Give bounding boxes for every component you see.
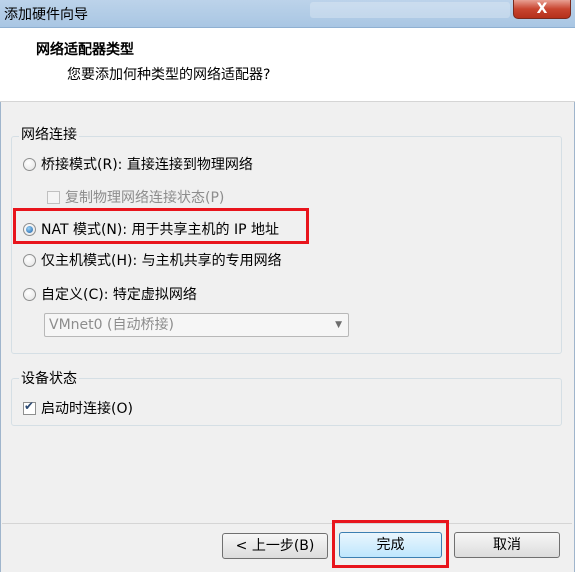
title-bar: 添加硬件向导 X: [0, 0, 575, 28]
wizard-content: 网络连接 桥接模式(R): 直接连接到物理网络 复制物理网络连接状态(P) NA…: [0, 102, 575, 572]
host-only-label: 仅主机模式(H): 与主机共享的专用网络: [41, 253, 282, 269]
host-only-radio[interactable]: 仅主机模式(H): 与主机共享的专用网络: [23, 250, 282, 270]
cancel-button[interactable]: 取消: [454, 532, 560, 558]
back-button-label: < 上一步(B): [235, 538, 315, 554]
page-subtitle: 您要添加何种类型的网络适配器?: [67, 67, 271, 83]
finish-highlight-box: [332, 520, 449, 568]
connect-on-start-checkbox[interactable]: 启动时连接(O): [23, 398, 133, 418]
title-bar-blur: [310, 2, 510, 18]
custom-network-radio[interactable]: 自定义(C): 特定虚拟网络: [23, 284, 197, 304]
replicate-state-label: 复制物理网络连接状态(P): [65, 190, 225, 206]
cancel-button-label: 取消: [493, 537, 521, 553]
back-button[interactable]: < 上一步(B): [222, 533, 328, 559]
radio-icon: [23, 157, 36, 171]
vmnet-select[interactable]: VMnet0 (自动桥接) ▼: [44, 313, 349, 337]
radio-icon: [23, 287, 36, 301]
radio-icon: [23, 253, 36, 267]
device-status-legend: 设备状态: [19, 368, 79, 388]
bridged-mode-radio[interactable]: 桥接模式(R): 直接连接到物理网络: [23, 154, 253, 174]
vmnet-select-value: VMnet0 (自动桥接): [49, 317, 174, 333]
bridged-mode-label: 桥接模式(R): 直接连接到物理网络: [41, 157, 253, 173]
nat-highlight-box: [13, 208, 309, 244]
network-connection-legend: 网络连接: [19, 124, 79, 144]
wizard-header: 网络适配器类型 您要添加何种类型的网络适配器?: [0, 28, 575, 102]
checkbox-checked-icon: [23, 399, 36, 415]
replicate-state-checkbox[interactable]: 复制物理网络连接状态(P): [47, 187, 224, 207]
window-title: 添加硬件向导: [4, 7, 88, 23]
close-icon: X: [536, 1, 548, 17]
checkbox-icon: [47, 190, 60, 204]
chevron-down-icon: ▼: [335, 320, 342, 330]
custom-network-label: 自定义(C): 特定虚拟网络: [41, 287, 197, 303]
close-button[interactable]: X: [513, 0, 571, 19]
page-title: 网络适配器类型: [36, 42, 134, 58]
footer-separator: [2, 523, 572, 524]
connect-on-start-label: 启动时连接(O): [41, 401, 133, 417]
